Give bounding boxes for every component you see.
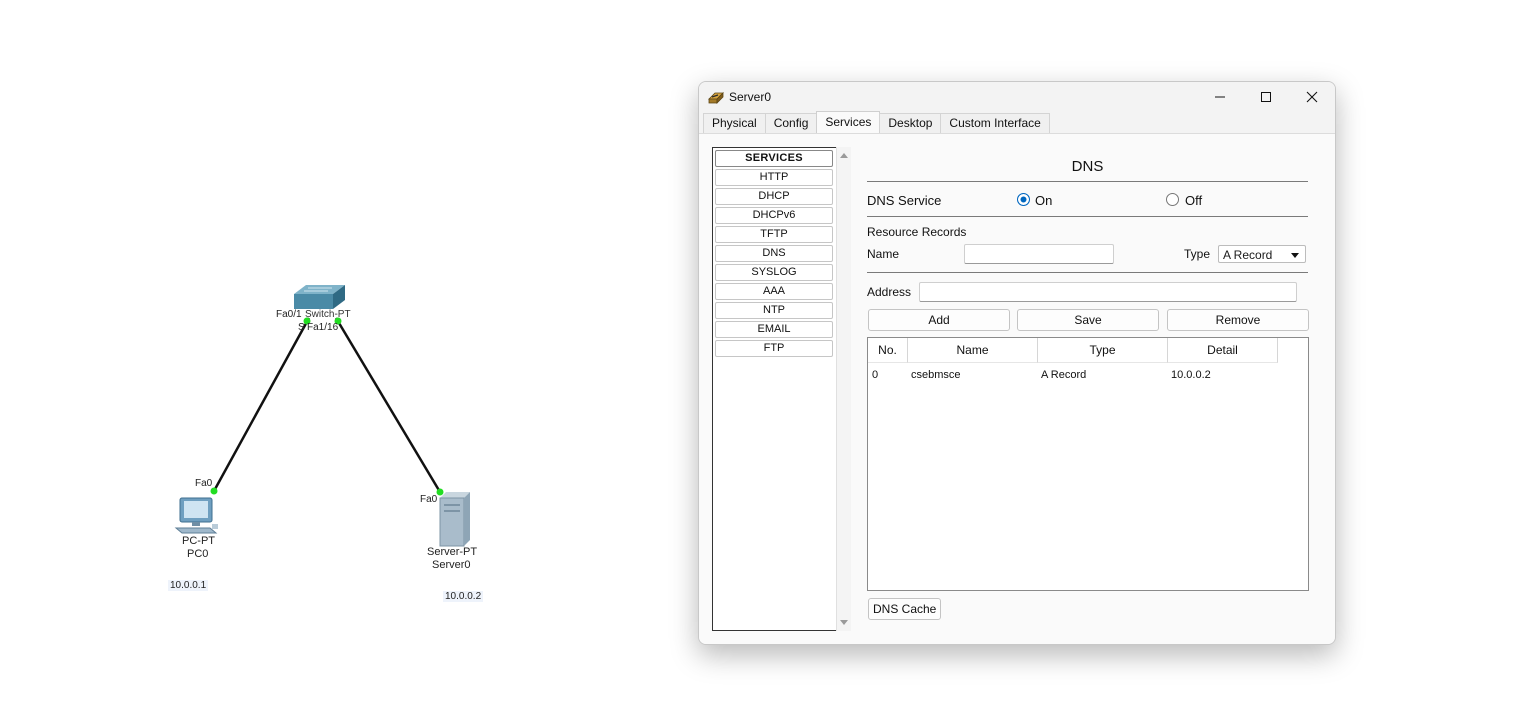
resource-records-label: Resource Records [867, 225, 967, 239]
type-select[interactable]: A Record [1218, 245, 1306, 263]
dns-on-label: On [1035, 193, 1053, 208]
record-type-cell: A Record [1041, 369, 1087, 381]
remove-button[interactable]: Remove [1167, 309, 1309, 331]
close-button[interactable] [1289, 82, 1335, 112]
switch-type-label: Switch-PT [305, 309, 351, 320]
link-server-switch [334, 317, 442, 493]
services-tab-content: SERVICES HTTP DHCP DHCPv6 TFTP DNS SYSLO… [699, 133, 1335, 644]
scroll-up-icon[interactable] [837, 150, 851, 162]
service-dhcpv6[interactable]: DHCPv6 [715, 207, 833, 224]
tab-services[interactable]: Services [816, 111, 881, 133]
close-icon [1306, 91, 1318, 103]
topology-canvas[interactable]: Fa0/1 Switch-PT S Fa1/16 Fa0 PC-PT PC0 1… [0, 0, 660, 705]
server-icon[interactable] [436, 492, 472, 548]
tab-desktop[interactable]: Desktop [879, 113, 942, 133]
scroll-down-icon[interactable] [837, 616, 851, 628]
service-dhcp[interactable]: DHCP [715, 188, 833, 205]
dns-records-table: No. Name Type Detail 0 csebmsce A Record… [867, 337, 1309, 591]
services-list: SERVICES HTTP DHCP DHCPv6 TFTP DNS SYSLO… [712, 147, 838, 631]
dns-cache-button[interactable]: DNS Cache [868, 598, 942, 620]
service-dns[interactable]: DNS [715, 245, 833, 262]
column-header-detail[interactable]: Detail [1168, 338, 1278, 363]
record-name-cell: csebmsce [911, 369, 961, 381]
add-button[interactable]: Add [868, 309, 1010, 331]
column-header-type[interactable]: Type [1038, 338, 1168, 363]
server-port-label: Fa0 [420, 494, 438, 505]
type-select-value: A Record [1223, 248, 1273, 262]
minimize-button[interactable] [1197, 82, 1243, 112]
dns-off-radio[interactable] [1166, 193, 1179, 206]
service-tftp[interactable]: TFTP [715, 226, 833, 243]
pc-name-label: PC0 [187, 548, 209, 560]
service-aaa[interactable]: AAA [715, 283, 833, 300]
divider [867, 272, 1308, 273]
service-ftp[interactable]: FTP [715, 340, 833, 357]
divider [867, 216, 1308, 217]
tab-custom-interface[interactable]: Custom Interface [940, 113, 1050, 133]
type-label: Type [1184, 247, 1211, 261]
pc-ip-label: 10.0.0.1 [168, 580, 209, 591]
service-syslog[interactable]: SYSLOG [715, 264, 833, 281]
address-label: Address [867, 285, 912, 299]
column-header-name[interactable]: Name [908, 338, 1038, 363]
window-tabs: Physical Config Services Desktop Custom … [703, 111, 1050, 133]
address-input[interactable] [919, 282, 1297, 302]
server-ip-label: 10.0.0.2 [443, 591, 484, 602]
save-button[interactable]: Save [1017, 309, 1159, 331]
switch-icon[interactable] [294, 285, 346, 311]
link-pc-switch [212, 317, 311, 492]
pc-port-label: Fa0 [195, 478, 213, 489]
name-label: Name [867, 247, 900, 261]
dns-panel-title: DNS [1071, 158, 1104, 175]
maximize-button[interactable] [1243, 82, 1289, 112]
tab-config[interactable]: Config [764, 113, 818, 133]
window-titlebar[interactable]: Server0 [699, 82, 1335, 112]
service-email[interactable]: EMAIL [715, 321, 833, 338]
packet-tracer-app-icon [708, 92, 724, 104]
topology-links [210, 317, 444, 496]
maximize-icon [1261, 92, 1271, 102]
services-scrollbar[interactable] [836, 147, 851, 631]
minimize-icon [1215, 96, 1225, 98]
services-list-header: SERVICES [715, 150, 833, 167]
pc-icon[interactable] [174, 496, 222, 536]
chevron-down-icon [1291, 253, 1299, 258]
server0-window: Server0 Physical Config Services Desktop… [698, 81, 1336, 645]
record-no-cell: 0 [872, 369, 879, 381]
dns-off-label: Off [1185, 193, 1203, 208]
switch-port-fa1-16: Fa1/16 [307, 322, 339, 333]
service-http[interactable]: HTTP [715, 169, 833, 186]
server-name-label: Server0 [432, 559, 471, 571]
window-title: Server0 [729, 90, 772, 104]
switch-port-fa0-1: Fa0/1 [276, 309, 302, 320]
record-detail-cell: 10.0.0.2 [1171, 369, 1211, 381]
server-type-label: Server-PT [427, 546, 478, 558]
dns-service-label: DNS Service [867, 193, 942, 208]
name-input[interactable] [964, 244, 1114, 264]
switch-name-label: S [298, 322, 305, 333]
dns-on-radio[interactable] [1017, 193, 1030, 206]
service-ntp[interactable]: NTP [715, 302, 833, 319]
tab-physical[interactable]: Physical [703, 113, 766, 133]
column-header-no[interactable]: No. [868, 338, 908, 363]
pc-type-label: PC-PT [182, 535, 215, 547]
divider [867, 181, 1308, 182]
